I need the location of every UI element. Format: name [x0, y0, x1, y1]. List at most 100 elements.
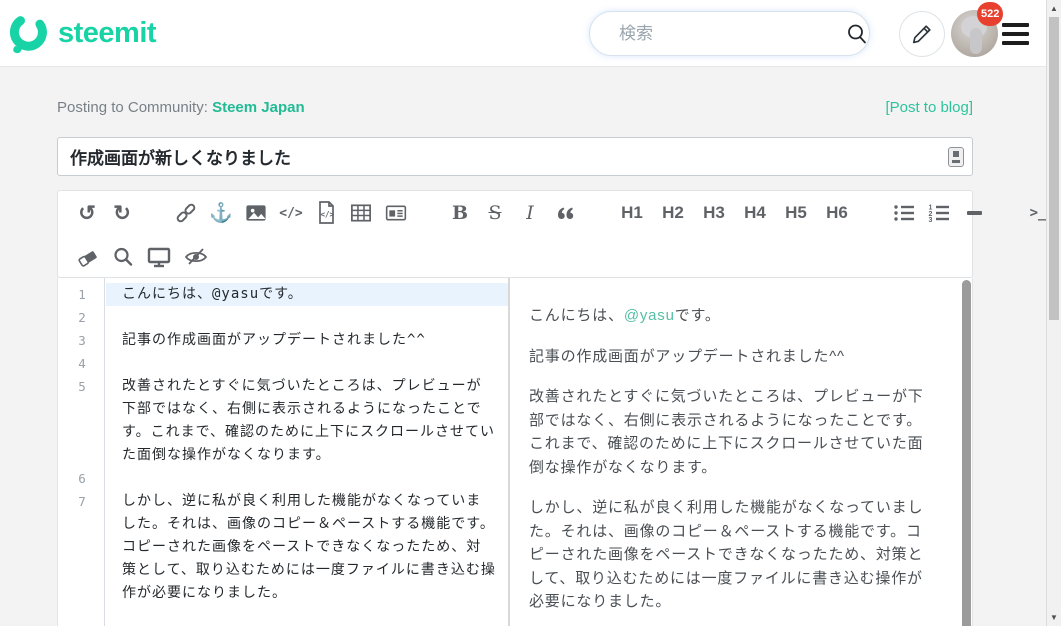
hamburger-icon: [1002, 41, 1029, 45]
editor-line[interactable]: 3 記事の作成画面がアップデートされました^^: [58, 329, 508, 352]
editor-line-text[interactable]: しかし、逆に私が良く利用した機能がなくなっていました。それは、画像のコピー＆ペー…: [106, 490, 508, 605]
table-icon: [351, 204, 371, 222]
heading2-button[interactable]: H2: [658, 198, 688, 228]
search-input[interactable]: [590, 12, 846, 55]
preview-text: です。: [674, 307, 721, 324]
title-input[interactable]: [58, 146, 948, 167]
numbered-list-icon: 1 2 3: [929, 205, 949, 224]
heading3-button[interactable]: H3: [699, 198, 729, 228]
posting-label: Posting to Community:: [57, 99, 208, 116]
editor-line[interactable]: 6: [58, 467, 508, 490]
posting-to-community: Posting to Community: Steem Japan: [57, 99, 305, 116]
line-number: 1: [78, 287, 86, 302]
editor-line[interactable]: 1 こんにちは、@yasuです。: [58, 283, 508, 306]
strikethrough-button[interactable]: S: [483, 198, 507, 228]
quote-button[interactable]: [553, 198, 577, 228]
eraser-icon: [78, 251, 97, 267]
editor-toolbar: ↺ ↻ ⚓ </> </> B S I H1 H2 H3 H4 H5 H6 1 …: [57, 190, 1046, 278]
line-number: 2: [78, 310, 86, 325]
scroll-up-arrow-icon[interactable]: ▲: [1047, 1, 1061, 16]
bold-button[interactable]: B: [448, 198, 472, 228]
community-link[interactable]: Steem Japan: [212, 99, 305, 116]
svg-text:</>: </>: [321, 210, 335, 219]
hide-preview-button[interactable]: [183, 242, 209, 272]
notification-badge[interactable]: 522: [977, 2, 1004, 26]
inline-code-button[interactable]: </>: [279, 198, 303, 228]
heading4-button[interactable]: H4: [740, 198, 770, 228]
search-icon[interactable]: [846, 23, 868, 45]
editor-line-text[interactable]: こんにちは、@yasuです。: [106, 283, 508, 306]
preview-paragraph: こんにちは、@yasuです。: [529, 304, 934, 328]
heading1-button[interactable]: H1: [617, 198, 647, 228]
heading5-button[interactable]: H5: [781, 198, 811, 228]
fullscreen-preview-button[interactable]: [146, 242, 172, 272]
heading6-button[interactable]: H6: [822, 198, 852, 228]
monitor-icon: [147, 247, 171, 268]
editor-line[interactable]: 5 改善されたとすぐに気づいたところは、プレビューが下部ではなく、右側に表示され…: [58, 375, 508, 467]
quote-icon: [558, 207, 574, 219]
browser-scrollbar[interactable]: ▲ ▼: [1046, 0, 1061, 626]
preview-paragraph: 記事の作成画面がアップデートされました^^: [529, 347, 845, 365]
eye-slash-icon: [184, 248, 208, 265]
steemit-logo[interactable]: steemit: [8, 10, 157, 56]
autofill-icon[interactable]: [948, 146, 964, 167]
editor-line-text[interactable]: [106, 352, 508, 375]
post-to-blog-link[interactable]: [Post to blog]: [885, 99, 973, 116]
line-number: 5: [78, 379, 86, 394]
mention-link[interactable]: @yasu: [624, 307, 675, 324]
bullet-list-icon: [894, 205, 914, 221]
app-header: steemit 522: [0, 0, 1061, 67]
preview-paragraph: 改善されたとすぐに気づいたところは、プレビューが下部ではなく、右側に表示されるよ…: [529, 388, 924, 476]
title-field-container: [57, 137, 973, 176]
line-number: 4: [78, 356, 86, 371]
image-button[interactable]: [244, 198, 268, 228]
search-box: [589, 11, 870, 56]
editor-line-text[interactable]: [106, 306, 508, 329]
italic-button[interactable]: I: [518, 198, 542, 228]
editor-line[interactable]: 2: [58, 306, 508, 329]
preview-paragraph: しかし、逆に私が良く利用した機能がなくなっていました。それは、画像のコピー＆ペー…: [529, 499, 924, 610]
editor-line-text[interactable]: 改善されたとすぐに気づいたところは、プレビューが下部ではなく、右側に表示されるよ…: [106, 375, 508, 467]
horizontal-rule-icon: [966, 211, 982, 215]
editor-line[interactable]: 4: [58, 352, 508, 375]
link-button[interactable]: [174, 198, 198, 228]
scroll-down-arrow-icon[interactable]: ▼: [1047, 610, 1061, 625]
editor-line-text[interactable]: [106, 467, 508, 490]
line-number: 7: [78, 494, 86, 509]
hamburger-icon: [1002, 32, 1029, 36]
anchor-button[interactable]: ⚓: [209, 198, 233, 228]
hamburger-icon: [1002, 23, 1029, 27]
preview-scrollbar-thumb[interactable]: [962, 280, 971, 626]
compose-button[interactable]: [899, 11, 945, 57]
bullet-list-button[interactable]: [892, 198, 916, 228]
embed-button[interactable]: [384, 198, 408, 228]
newspaper-icon: [385, 205, 407, 221]
table-button[interactable]: [349, 198, 373, 228]
line-number: 6: [78, 471, 86, 486]
link-icon: [176, 203, 196, 223]
svg-text:3: 3: [929, 217, 933, 224]
line-number: 3: [78, 333, 86, 348]
image-icon: [246, 205, 266, 221]
erase-button[interactable]: [75, 242, 100, 272]
menu-button[interactable]: [1002, 23, 1029, 45]
undo-button[interactable]: ↺: [75, 198, 99, 228]
code-file-icon: </>: [319, 201, 335, 224]
magnifier-icon: [114, 247, 133, 266]
code-block-button[interactable]: </>: [314, 198, 338, 228]
markdown-editor-pane[interactable]: 1 こんにちは、@yasuです。 2 3 記事の作成画面がアップデートされました…: [58, 278, 510, 626]
steemit-logo-icon: [9, 13, 47, 54]
toolbar-row-1: ↺ ↻ ⚓ </> </> B S I H1 H2 H3 H4 H5 H6 1 …: [58, 191, 1046, 235]
pencil-icon: [912, 25, 931, 44]
find-button[interactable]: [111, 242, 135, 272]
editor-line[interactable]: 7 しかし、逆に私が良く利用した機能がなくなっていました。それは、画像のコピー＆…: [58, 490, 508, 605]
horizontal-rule-button[interactable]: [962, 198, 986, 228]
redo-button[interactable]: ↻: [110, 198, 134, 228]
split-editor: 1 こんにちは、@yasuです。 2 3 記事の作成画面がアップデートされました…: [57, 278, 973, 626]
post-meta-row: Posting to Community: Steem Japan [Post …: [57, 99, 973, 116]
avatar-decoration: [970, 28, 982, 54]
logo-text: steemit: [58, 16, 157, 49]
editor-line-text[interactable]: 記事の作成画面がアップデートされました^^: [106, 329, 508, 352]
numbered-list-button[interactable]: 1 2 3: [927, 198, 951, 228]
browser-scrollbar-thumb[interactable]: [1049, 17, 1059, 320]
